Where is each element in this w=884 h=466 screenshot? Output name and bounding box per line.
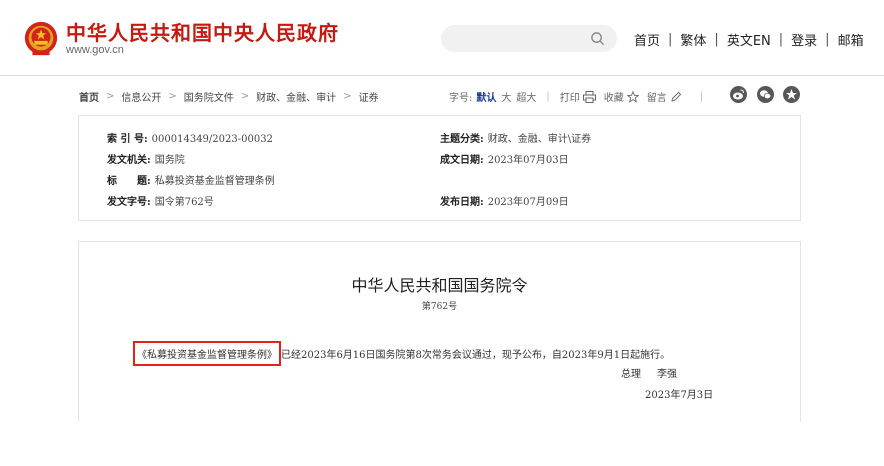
breadcrumb-finance[interactable]: 财政、金融、审计 — [256, 89, 336, 104]
info-title-label: 标 题: — [107, 176, 151, 187]
document-date: 2023年7月3日 — [645, 390, 714, 401]
national-emblem-icon[interactable] — [22, 20, 60, 58]
breadcrumb-info-public[interactable]: 信息公开 — [121, 89, 161, 104]
info-issuer-label: 发文机关: — [107, 155, 151, 166]
signer-name: 李强 — [657, 369, 677, 380]
nav-traditional[interactable]: 繁体 — [680, 30, 706, 49]
font-size-xlarge[interactable]: 超大 — [516, 89, 536, 104]
nav-separator: | — [668, 32, 673, 47]
info-index-row: 索 引 号: 000014349/2023-00032 — [107, 130, 273, 145]
info-doc-no-row: 发文字号: 国令第762号 — [107, 193, 214, 208]
breadcrumb: 首页 > 信息公开 > 国务院文件 > 财政、金融、审计 > 证券 — [79, 89, 379, 104]
site-domain: www.gov.cn — [66, 44, 124, 56]
info-written-date-label: 成文日期: — [440, 155, 484, 166]
breadcrumb-state-council-docs[interactable]: 国务院文件 — [184, 89, 234, 104]
breadcrumb-securities[interactable]: 证券 — [359, 89, 379, 104]
breadcrumb-home[interactable]: 首页 — [79, 89, 99, 104]
info-publish-date-row: 发布日期: 2023年07月09日 — [440, 193, 569, 208]
info-publish-date-label: 发布日期: — [440, 197, 484, 208]
document-title: 中华人民共和国国务院令 — [351, 276, 528, 295]
info-index-label: 索 引 号: — [107, 134, 148, 145]
tools-separator: | — [546, 91, 550, 102]
info-index-value: 000014349/2023-00032 — [151, 134, 273, 145]
comment-label[interactable]: 留言 — [647, 89, 667, 104]
breadcrumb-arrow: > — [106, 91, 115, 102]
document-content: 中华人民共和国国务院令 第762号 《私募投资基金监督管理条例》 已经2023年6… — [78, 241, 801, 422]
print-icon[interactable] — [582, 90, 596, 103]
document-info-table: 索 引 号: 000014349/2023-00032 主题分类: 财政、金融、审计… — [78, 115, 801, 221]
qzone-icon[interactable] — [783, 86, 800, 103]
nav-separator: | — [778, 32, 784, 47]
breadcrumb-arrow: > — [168, 91, 177, 102]
breadcrumb-arrow: > — [343, 91, 352, 102]
document-paragraph: 《私募投资基金监督管理条例》 已经2023年6月16日国务院第8次常务会议通过，现… — [133, 341, 670, 366]
nav-login[interactable]: 登录 — [791, 30, 817, 49]
info-category-value: 财政、金融、审计\证券 — [487, 134, 592, 145]
top-nav: 首页 | 繁体 | 英文EN | 登录 | 邮箱 — [634, 30, 864, 49]
pencil-icon[interactable] — [670, 91, 682, 103]
info-title-row: 标 题: 私募投资基金监督管理条例 — [107, 172, 275, 187]
site-title[interactable]: 中华人民共和国中央人民政府 — [66, 17, 339, 46]
site-header: 中华人民共和国中央人民政府 www.gov.cn 首页 | 繁体 | 英文EN … — [0, 0, 884, 74]
nav-mail[interactable]: 邮箱 — [838, 30, 864, 49]
nav-english[interactable]: 英文EN — [727, 30, 771, 49]
wechat-icon[interactable] — [757, 86, 774, 103]
header-divider — [0, 75, 884, 76]
info-publish-date-value: 2023年07月09日 — [487, 197, 569, 208]
info-issuer-value: 国务院 — [154, 155, 185, 166]
weibo-icon[interactable] — [730, 86, 747, 103]
signer-title: 总理 — [621, 369, 641, 380]
document-signer: 总理 李强 — [621, 365, 677, 380]
breadcrumb-arrow: > — [240, 91, 250, 102]
font-size-large[interactable]: 大 — [501, 89, 511, 104]
info-category-row: 主题分类: 财政、金融、审计\证券 — [440, 130, 591, 145]
info-doc-no-value: 国令第762号 — [154, 197, 214, 208]
highlighted-regulation-title: 《私募投资基金监督管理条例》 — [133, 341, 281, 366]
document-number: 第762号 — [421, 302, 458, 312]
tools-separator: | — [699, 91, 704, 102]
info-doc-no-label: 发文字号: — [107, 197, 151, 208]
info-written-date-row: 成文日期: 2023年07月03日 — [440, 151, 569, 166]
info-title-value: 私募投资基金监督管理条例 — [154, 176, 275, 187]
nav-home[interactable]: 首页 — [634, 30, 660, 49]
favorite-label[interactable]: 收藏 — [604, 89, 624, 104]
article-tools: 字号: 默认 大 超大 | 打印 收藏 留言 | — [449, 89, 713, 104]
search-input[interactable] — [441, 25, 583, 52]
info-category-label: 主题分类: — [440, 134, 484, 145]
info-written-date-value: 2023年07月03日 — [487, 155, 569, 166]
info-issuer-row: 发文机关: 国务院 — [107, 151, 185, 166]
nav-separator: | — [714, 32, 719, 47]
star-icon[interactable] — [626, 90, 639, 103]
search-icon[interactable] — [590, 31, 605, 46]
search-box[interactable] — [441, 25, 617, 52]
document-paragraph-text: 已经2023年6月16日国务院第8次常务会议通过，现予公布，自2023年9月1日… — [281, 350, 671, 361]
print-label[interactable]: 打印 — [560, 89, 580, 104]
nav-separator: | — [825, 32, 830, 47]
font-size-label: 字号: — [449, 93, 473, 104]
font-size-default[interactable]: 默认 — [476, 89, 496, 104]
